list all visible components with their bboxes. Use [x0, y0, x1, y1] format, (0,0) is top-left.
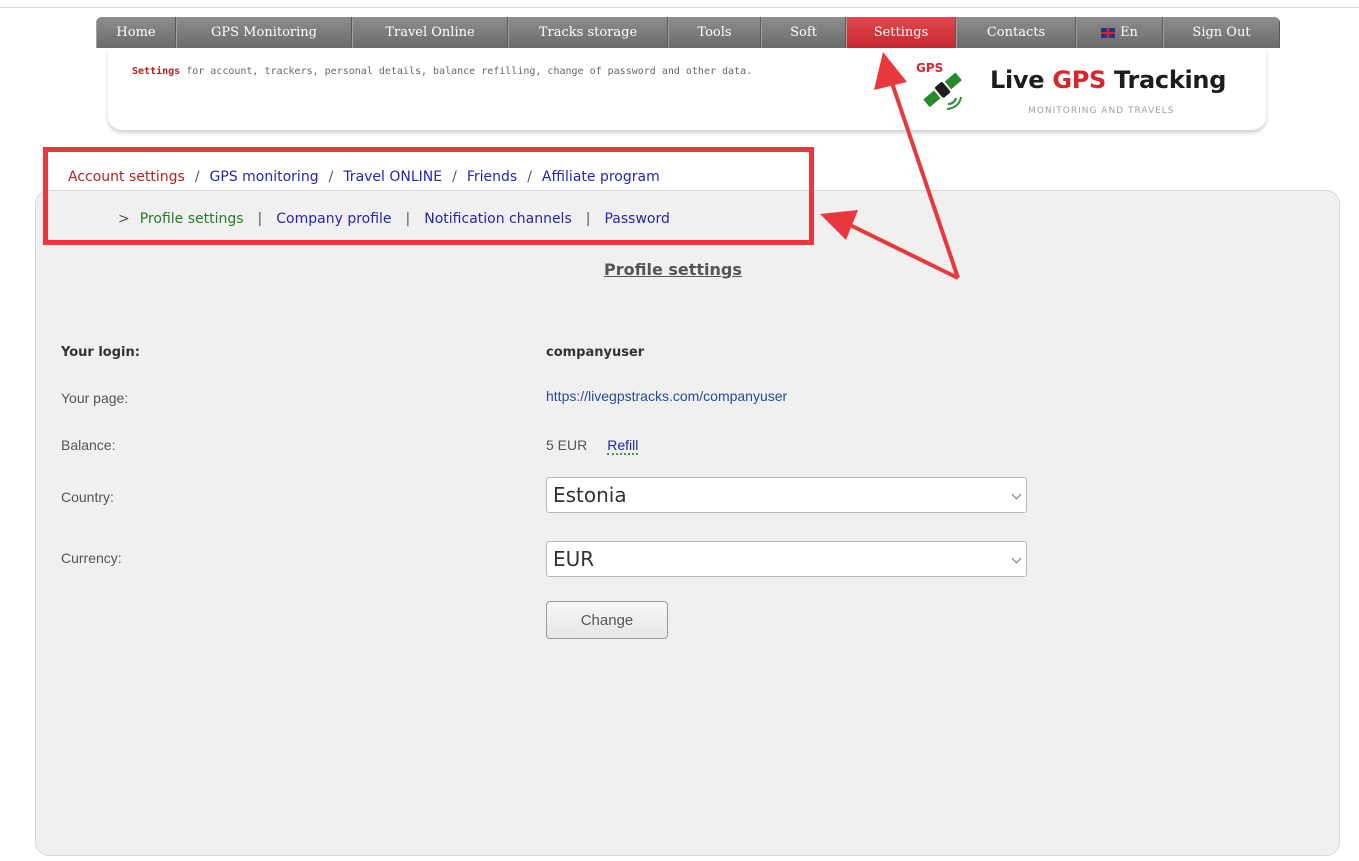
- logo-title-part-1: Live: [990, 66, 1053, 94]
- country-select[interactable]: Estonia: [546, 477, 1027, 513]
- nav-gps-monitoring[interactable]: GPS Monitoring: [176, 17, 352, 48]
- country-select-value: Estonia: [553, 483, 627, 507]
- currency-label: Currency:: [61, 550, 122, 566]
- header-description: Settings for account, trackers, personal…: [132, 66, 752, 77]
- change-button[interactable]: Change: [546, 601, 668, 639]
- currency-select-value: EUR: [553, 547, 595, 571]
- chevron-down-icon: [1011, 553, 1022, 564]
- nav-home[interactable]: Home: [96, 17, 176, 48]
- nav-settings-label: Settings: [873, 25, 929, 40]
- header-description-bold: Settings: [132, 66, 181, 77]
- crumb-password[interactable]: Password: [604, 211, 669, 227]
- logo-gps-badge: GPS: [916, 61, 943, 75]
- nav-home-label: Home: [116, 25, 156, 40]
- crumb-separator: |: [405, 211, 411, 227]
- page-url-link[interactable]: https://livegpstracks.com/companyuser: [546, 388, 787, 404]
- crumb-gps-monitoring[interactable]: GPS monitoring: [210, 169, 319, 185]
- logo-subtitle: MONITORING AND TRAVELS: [1028, 106, 1175, 116]
- crumb-separator: |: [257, 211, 263, 227]
- nav-sign-out[interactable]: Sign Out: [1163, 17, 1280, 48]
- country-label: Country:: [61, 489, 114, 505]
- login-label: Your login:: [61, 345, 140, 360]
- nav-soft[interactable]: Soft: [761, 17, 846, 48]
- crumb-affiliate-program[interactable]: Affiliate program: [542, 169, 660, 185]
- logo-title-part-2: GPS: [1052, 66, 1106, 94]
- page-label: Your page:: [61, 390, 129, 406]
- content-panel: [35, 190, 1340, 856]
- main-nav: Home GPS Monitoring Travel Online Tracks…: [96, 17, 1280, 48]
- crumb-separator: /: [452, 169, 457, 185]
- nav-tracks-storage[interactable]: Tracks storage: [508, 17, 668, 48]
- crumb-marker: >: [118, 211, 130, 227]
- balance-value: 5 EUR: [546, 437, 588, 453]
- nav-sign-out-label: Sign Out: [1192, 25, 1251, 40]
- balance-label: Balance:: [61, 437, 116, 453]
- satellite-logo-icon: GPS: [916, 61, 962, 110]
- nav-soft-label: Soft: [790, 25, 817, 40]
- top-divider: [0, 7, 1359, 8]
- change-button-label: Change: [580, 611, 634, 629]
- breadcrumb-primary: Account settings / GPS monitoring / Travel O…: [68, 169, 660, 185]
- crumb-profile-settings[interactable]: Profile settings: [140, 211, 244, 227]
- crumb-notification-channels[interactable]: Notification channels: [424, 211, 571, 227]
- crumb-travel-online[interactable]: Travel ONLINE: [343, 169, 442, 185]
- uk-flag-icon: [1101, 27, 1116, 38]
- nav-tracks-storage-label: Tracks storage: [538, 25, 638, 40]
- nav-gps-monitoring-label: GPS Monitoring: [211, 25, 317, 40]
- header-box: Settings for account, trackers, personal…: [108, 48, 1266, 130]
- nav-settings[interactable]: Settings: [846, 17, 956, 48]
- nav-travel-online-label: Travel Online: [385, 25, 475, 40]
- header-description-text: for account, trackers, personal details,…: [180, 66, 753, 77]
- balance-row: 5 EUR Refill: [546, 437, 639, 455]
- logo-title: Live GPS Tracking: [990, 66, 1226, 94]
- crumb-company-profile[interactable]: Company profile: [276, 211, 391, 227]
- page-title: Profile settings: [604, 260, 742, 279]
- crumb-separator: /: [328, 169, 334, 185]
- chevron-down-icon: [1011, 489, 1022, 500]
- login-value: companyuser: [546, 345, 645, 360]
- breadcrumb-secondary: > Profile settings | Company profile | Notifi…: [118, 211, 670, 227]
- currency-select[interactable]: EUR: [546, 541, 1027, 577]
- crumb-separator: |: [585, 211, 591, 227]
- logo-title-part-3: Tracking: [1106, 66, 1227, 94]
- nav-travel-online[interactable]: Travel Online: [352, 17, 508, 48]
- nav-contacts-label: Contacts: [986, 25, 1046, 40]
- crumb-account-settings[interactable]: Account settings: [68, 169, 185, 185]
- refill-link[interactable]: Refill: [607, 437, 639, 455]
- nav-language-label: En: [1120, 25, 1138, 40]
- crumb-friends[interactable]: Friends: [467, 169, 517, 185]
- crumb-separator: /: [527, 169, 532, 185]
- nav-tools-label: Tools: [697, 25, 732, 40]
- nav-tools[interactable]: Tools: [668, 17, 761, 48]
- nav-contacts[interactable]: Contacts: [956, 17, 1076, 48]
- nav-language[interactable]: En: [1076, 17, 1163, 48]
- crumb-separator: /: [194, 169, 200, 185]
